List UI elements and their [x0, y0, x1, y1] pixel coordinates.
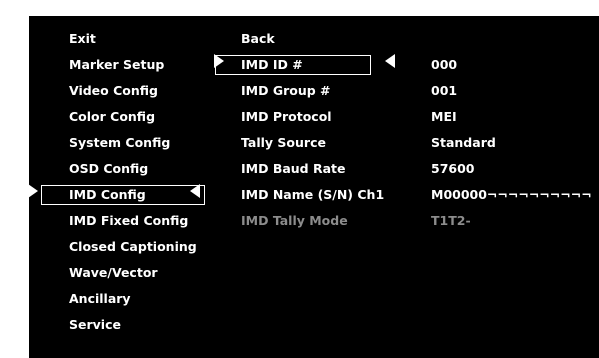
menu-item-ancillary[interactable]: Ancillary	[29, 286, 206, 312]
menu-item-label: Wave/Vector	[69, 265, 158, 280]
menu-item-label: IMD Fixed Config	[69, 213, 189, 228]
value-imd-name: M00000¬¬¬¬¬¬¬¬¬¬	[431, 182, 599, 208]
setting-value: 57600	[431, 161, 475, 176]
submenu-item-imd-tally-mode: IMD Tally Mode	[215, 208, 403, 234]
submenu-item-imd-baud-rate[interactable]: IMD Baud Rate	[215, 156, 403, 182]
menu-item-label: Ancillary	[69, 291, 131, 306]
submenu-item-label: Tally Source	[241, 135, 326, 150]
menu-item-wave-vector[interactable]: Wave/Vector	[29, 260, 206, 286]
value-tally-source: Standard	[431, 130, 599, 156]
submenu-item-imd-name[interactable]: IMD Name (S/N) Ch1	[215, 182, 403, 208]
menu-item-imd-fixed-config[interactable]: IMD Fixed Config	[29, 208, 206, 234]
triangle-left-icon	[190, 183, 200, 198]
setting-value: T1T2-	[431, 213, 471, 228]
setting-value: 001	[431, 83, 458, 98]
value-imd-baud-rate: 57600	[431, 156, 599, 182]
menu-item-exit[interactable]: Exit	[29, 26, 206, 52]
submenu-values: 000 001 MEI Standard 57600 M00000¬¬¬¬¬¬¬…	[431, 26, 599, 234]
submenu-item-back[interactable]: Back	[215, 26, 403, 52]
setting-value: MEI	[431, 109, 457, 124]
submenu-item-label: IMD Tally Mode	[241, 213, 348, 228]
menu-item-label: IMD Config	[69, 187, 146, 202]
menu-item-label: Marker Setup	[69, 57, 165, 72]
osd-menu-screen: Exit Marker Setup Video Config Color Con…	[28, 16, 599, 358]
menu-item-closed-captioning[interactable]: Closed Captioning	[29, 234, 206, 260]
menu-item-label: Closed Captioning	[69, 239, 197, 254]
menu-item-label: Service	[69, 317, 121, 332]
menu-item-osd-config[interactable]: OSD Config	[29, 156, 206, 182]
submenu-item-label: IMD ID #	[241, 57, 303, 72]
submenu-item-imd-group[interactable]: IMD Group #	[215, 78, 403, 104]
value-spacer	[431, 26, 599, 52]
submenu-item-imd-protocol[interactable]: IMD Protocol	[215, 104, 403, 130]
menu-item-color-config[interactable]: Color Config	[29, 104, 206, 130]
menu-item-label: Exit	[69, 31, 96, 46]
triangle-right-icon	[28, 183, 38, 198]
submenu-item-imd-id[interactable]: IMD ID #	[214, 52, 403, 78]
submenu-item-tally-source[interactable]: Tally Source	[215, 130, 403, 156]
menu-item-label: Video Config	[69, 83, 158, 98]
submenu-item-label: IMD Group #	[241, 83, 331, 98]
submenu-item-label: IMD Protocol	[241, 109, 332, 124]
submenu: Back IMD ID # IMD Group # IMD Protocol T…	[214, 26, 403, 234]
menu-item-video-config[interactable]: Video Config	[29, 78, 206, 104]
value-imd-protocol: MEI	[431, 104, 599, 130]
submenu-item-label: IMD Baud Rate	[241, 161, 346, 176]
triangle-left-icon	[385, 53, 395, 68]
submenu-item-label: Back	[241, 31, 275, 46]
menu-item-imd-config[interactable]: IMD Config	[28, 182, 206, 208]
value-imd-id: 000	[431, 52, 599, 78]
main-menu: Exit Marker Setup Video Config Color Con…	[28, 26, 206, 338]
menu-item-marker-setup[interactable]: Marker Setup	[29, 52, 206, 78]
menu-item-service[interactable]: Service	[29, 312, 206, 338]
setting-value: M00000¬¬¬¬¬¬¬¬¬¬	[431, 187, 592, 202]
menu-item-label: OSD Config	[69, 161, 149, 176]
menu-item-label: Color Config	[69, 109, 156, 124]
setting-value: Standard	[431, 135, 496, 150]
submenu-item-label: IMD Name (S/N) Ch1	[241, 187, 385, 202]
value-imd-group: 001	[431, 78, 599, 104]
setting-value: 000	[431, 57, 458, 72]
value-imd-tally-mode: T1T2-	[431, 208, 599, 234]
menu-item-label: System Config	[69, 135, 171, 150]
menu-item-system-config[interactable]: System Config	[29, 130, 206, 156]
